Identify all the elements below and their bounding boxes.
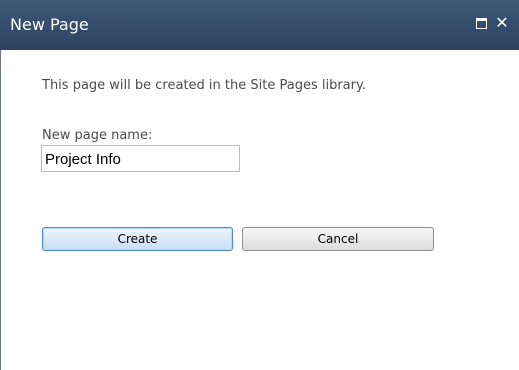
library-info-text: This page will be created in the Site Pa… [42, 78, 366, 93]
new-page-dialog: New Page ✕ This page will be created in … [0, 0, 519, 370]
cancel-button[interactable]: Cancel [242, 227, 434, 251]
page-name-input[interactable] [41, 145, 240, 172]
dialog-title: New Page [10, 15, 89, 34]
close-icon[interactable]: ✕ [493, 13, 511, 33]
maximize-icon[interactable] [476, 18, 487, 29]
dialog-title-bar: New Page ✕ [0, 0, 519, 50]
dialog-left-border [0, 50, 1, 370]
create-button[interactable]: Create [42, 227, 233, 251]
page-name-label: New page name: [42, 128, 153, 143]
